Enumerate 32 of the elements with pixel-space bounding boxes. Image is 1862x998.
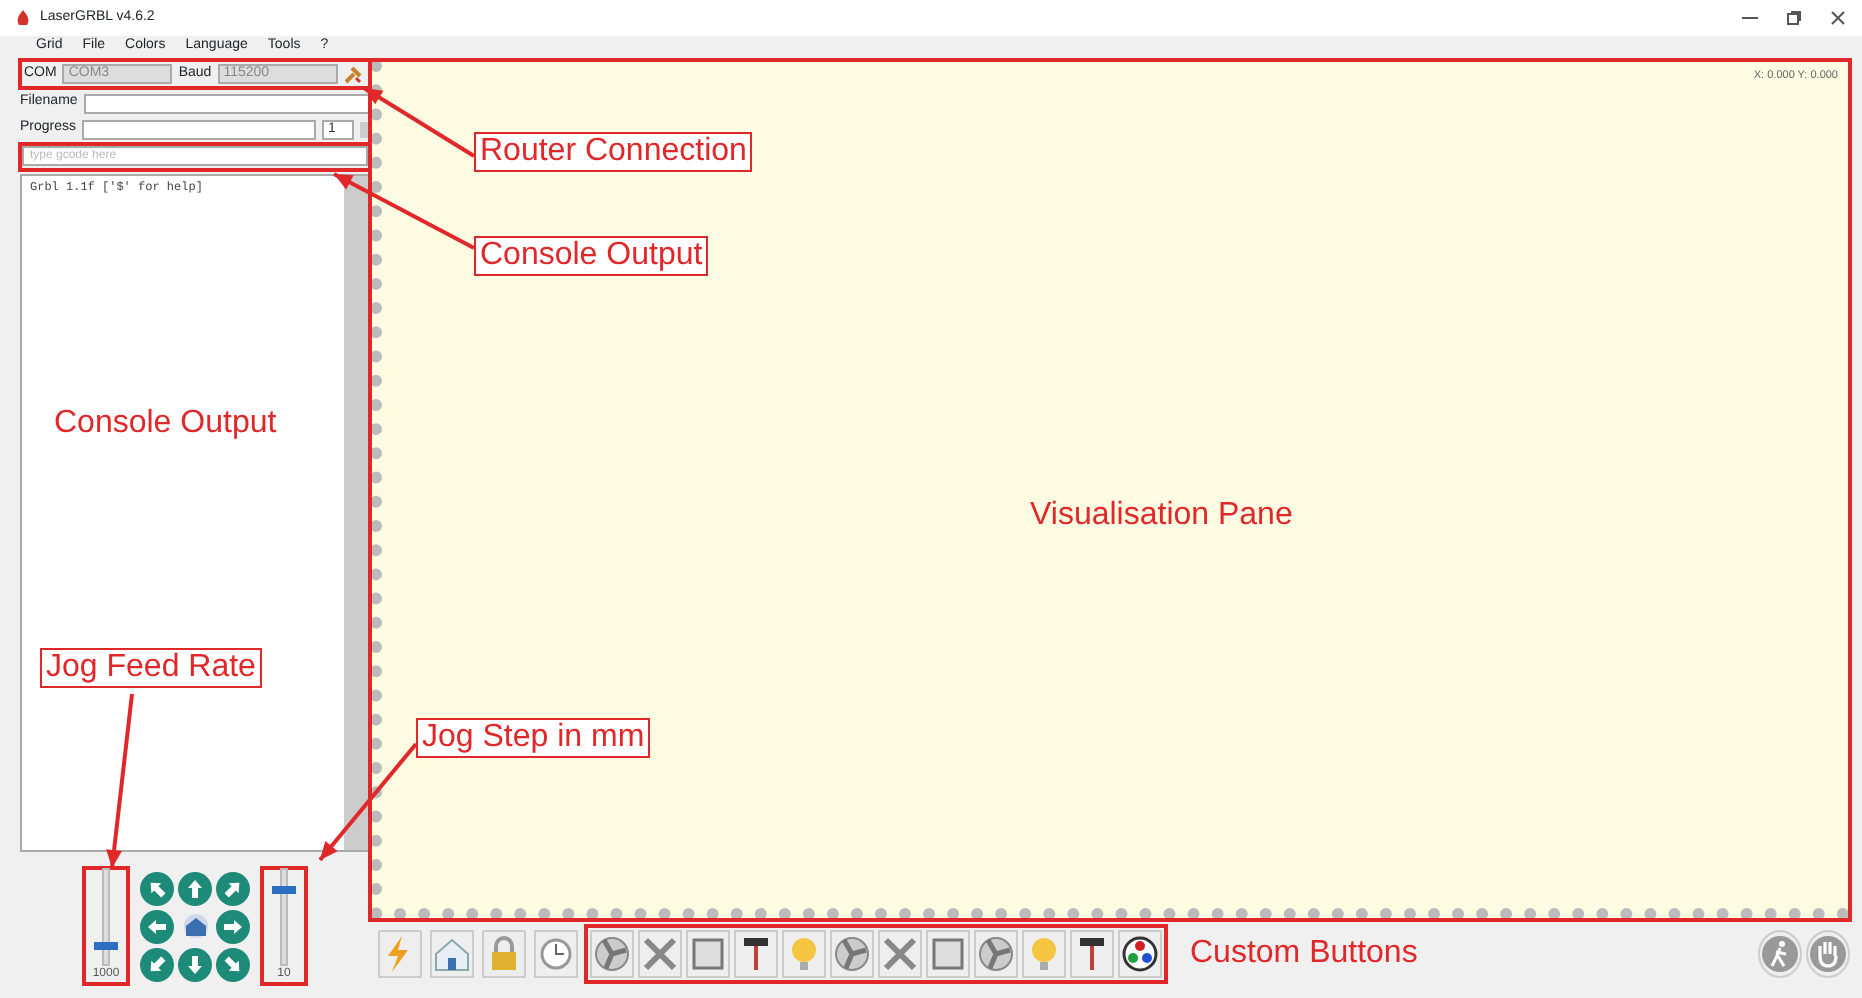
jog-button[interactable] (140, 909, 174, 943)
annotation-arrow (333, 172, 475, 250)
arrow-icon[interactable] (222, 877, 244, 899)
annotation-label: Jog Feed Rate (40, 648, 262, 688)
jog-button[interactable] (178, 947, 212, 981)
scroll-bar[interactable] (344, 175, 368, 850)
annotation-label: Console Output (474, 236, 709, 276)
arrow-icon[interactable] (222, 915, 244, 937)
arrow-icon[interactable] (146, 915, 168, 937)
slider-thumb[interactable] (94, 941, 118, 950)
jog-button[interactable] (216, 947, 250, 981)
annotation-label: Custom Buttons (1190, 934, 1418, 974)
annotation-label: Visualisation Pane (1030, 498, 1293, 534)
close-icon[interactable] (1830, 10, 1846, 26)
arrow-icon[interactable] (146, 877, 168, 899)
annotation-arrow (318, 742, 418, 862)
restore-icon[interactable] (1786, 10, 1802, 26)
jog-button[interactable] (216, 871, 250, 905)
jog-button[interactable] (140, 947, 174, 981)
arrow-icon[interactable] (184, 953, 206, 975)
jog-button[interactable] (216, 909, 250, 943)
slider-thumb[interactable] (272, 886, 296, 895)
flame-icon (16, 10, 30, 26)
annotation-arrow (362, 86, 476, 158)
arrow-icon[interactable] (146, 953, 168, 975)
arrow-icon[interactable] (184, 877, 206, 899)
annotation-label: Router Connection (474, 132, 753, 172)
jog-button[interactable] (140, 871, 174, 905)
arrow-icon[interactable] (222, 953, 244, 975)
annotation-label: Console Output (54, 406, 277, 442)
annotation-label: Jog Step in mm (416, 718, 651, 758)
jog-button[interactable] (178, 871, 212, 905)
